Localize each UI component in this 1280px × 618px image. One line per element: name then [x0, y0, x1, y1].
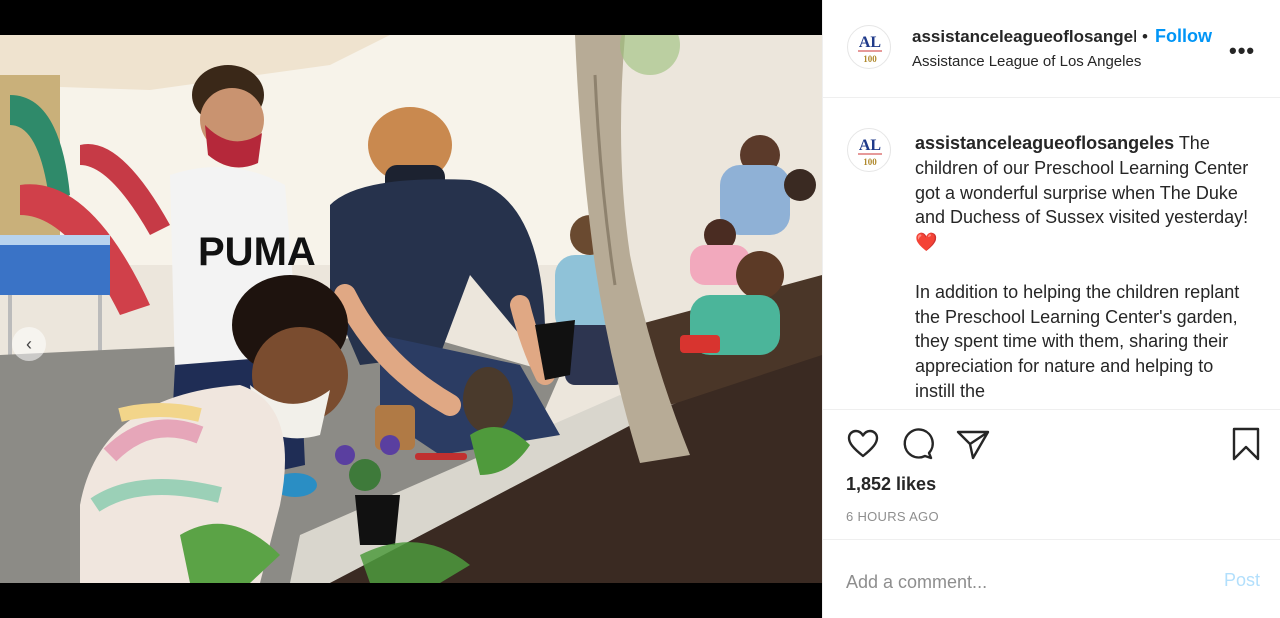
post-timestamp[interactable]: 6 HOURS AGO	[846, 509, 939, 524]
assistance-league-logo: AL 100	[858, 34, 882, 64]
chevron-left-icon: ‹	[26, 333, 32, 354]
caption-username-link[interactable]: assistanceleagueoflosangeles	[915, 133, 1174, 153]
post-sidebar: AL 100 assistanceleagueoflosangeles • Fo…	[822, 0, 1280, 618]
account-fullname: Assistance League of Los Angeles	[912, 53, 1142, 70]
svg-text:AL: AL	[859, 34, 881, 51]
more-options-icon[interactable]: •••	[1229, 38, 1255, 64]
heart-icon[interactable]	[845, 426, 881, 462]
action-bar: 1,852 likes 6 HOURS AGO	[823, 410, 1280, 540]
svg-text:AL: AL	[859, 137, 881, 154]
carousel-prev-button[interactable]: ‹	[12, 327, 46, 361]
photo-illustration: PUMA	[0, 35, 822, 583]
caption-section: AL 100 assistanceleagueoflosangeles The …	[823, 98, 1280, 410]
post-header: AL 100 assistanceleagueoflosangeles • Fo…	[823, 0, 1280, 98]
avatar[interactable]: AL 100	[847, 128, 891, 172]
post-photo[interactable]: PUMA ‹	[0, 35, 822, 583]
avatar[interactable]: AL 100	[847, 25, 891, 69]
separator-dot: •	[1142, 27, 1148, 46]
share-icon[interactable]	[955, 426, 991, 462]
shirt-print: PUMA	[198, 230, 316, 274]
comment-box: Post	[823, 540, 1280, 618]
instagram-post-view: PUMA ‹ AL 100 assistanceleagueoflosangel…	[0, 0, 1280, 618]
heart-emoji-icon: ❤️	[915, 232, 938, 253]
username-link[interactable]: assistanceleagueoflosangeles	[912, 27, 1136, 47]
comment-icon[interactable]	[900, 426, 936, 462]
media-column: PUMA ‹	[0, 0, 822, 618]
comment-input[interactable]	[846, 569, 1176, 595]
post-caption: assistanceleagueoflosangeles The childre…	[915, 131, 1255, 404]
svg-text:100: 100	[863, 157, 877, 167]
follow-button[interactable]: Follow	[1155, 26, 1212, 47]
likes-count[interactable]: 1,852 likes	[846, 474, 936, 495]
svg-text:100: 100	[863, 54, 877, 64]
caption-text: In addition to helping the children repl…	[915, 281, 1240, 401]
bookmark-icon[interactable]	[1228, 426, 1264, 462]
assistance-league-logo: AL 100	[858, 137, 882, 167]
post-comment-button[interactable]: Post	[1224, 570, 1260, 591]
